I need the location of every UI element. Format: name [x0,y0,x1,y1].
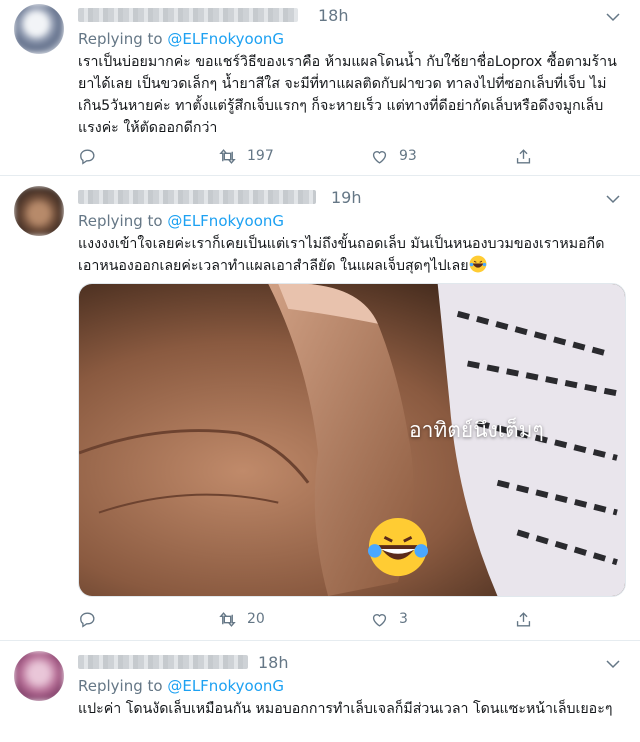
avatar[interactable] [14,651,64,701]
like-button[interactable]: 93 [370,144,417,168]
reply-handle-link[interactable]: @ELFnokyoonG [167,30,284,48]
tweet-text: แปะค่า โดนงัดเล็บเหมือนกัน หมอบอกการทำเล… [78,701,613,717]
like-icon [372,613,387,627]
tweet-actions: 20 3 [78,607,548,631]
like-count: 93 [399,148,417,164]
like-icon [372,150,387,164]
replying-to: Replying to @ELFnokyoonG [78,212,285,230]
retweet-button[interactable]: 20 [218,607,265,631]
avatar[interactable] [14,186,64,236]
author-name-redacted[interactable] [78,8,298,22]
reply-button[interactable] [78,607,97,631]
tweet-text: เราเป็นบ่อยมากค่ะ ขอแชร์วิธีของเราคือ ห้… [78,54,617,136]
share-icon [516,148,531,164]
laughing-emoji-icon [367,517,429,577]
tweet-image[interactable]: อาทิตย์นึงเต็มๆ [78,283,626,597]
reply-handle-link[interactable]: @ELFnokyoonG [167,212,284,230]
laughing-emoji-icon [469,255,486,273]
retweet-count: 197 [247,148,274,164]
reply-handle-link[interactable]: @ELFnokyoonG [167,677,284,695]
replying-to: Replying to @ELFnokyoonG [78,30,285,48]
tweet-timestamp[interactable]: 18h [258,653,289,672]
share-button[interactable] [514,144,533,168]
author-name-redacted[interactable] [78,190,316,204]
chevron-down-icon[interactable] [604,655,622,673]
chevron-down-icon[interactable] [604,8,622,26]
reply-button[interactable] [78,144,97,168]
tweet-actions: 197 93 [78,144,548,168]
tweet-text: แงงงงเข้าใจเลยค่ะเราก็เคยเป็นแต่เราไม่ถึ… [78,236,605,274]
retweet-button[interactable]: 197 [218,144,274,168]
replying-to: Replying to @ELFnokyoonG [78,677,285,695]
image-caption: อาทิตย์นึงเต็มๆ [409,418,544,442]
share-button[interactable] [514,607,533,631]
like-count: 3 [399,611,408,627]
avatar[interactable] [14,4,64,54]
like-button[interactable]: 3 [370,607,408,631]
retweet-icon [219,611,236,627]
reply-icon [80,148,95,165]
reply-icon [80,611,95,628]
tweet-timestamp[interactable]: 19h [331,188,362,207]
retweet-count: 20 [247,611,265,627]
share-icon [516,611,531,627]
tweet-2[interactable]: 19h Replying to @ELFnokyoonG แงงงงเข้าใจ… [0,176,640,639]
tweet-1[interactable]: 18h Replying to @ELFnokyoonG เราเป็นบ่อย… [0,0,640,172]
tweet-timestamp[interactable]: 18h [318,6,349,25]
retweet-icon [219,148,236,164]
tweet-3[interactable]: 18h Replying to @ELFnokyoonG แปะค่า โดนง… [0,641,640,742]
chevron-down-icon[interactable] [604,190,622,208]
author-name-redacted[interactable] [78,655,248,669]
